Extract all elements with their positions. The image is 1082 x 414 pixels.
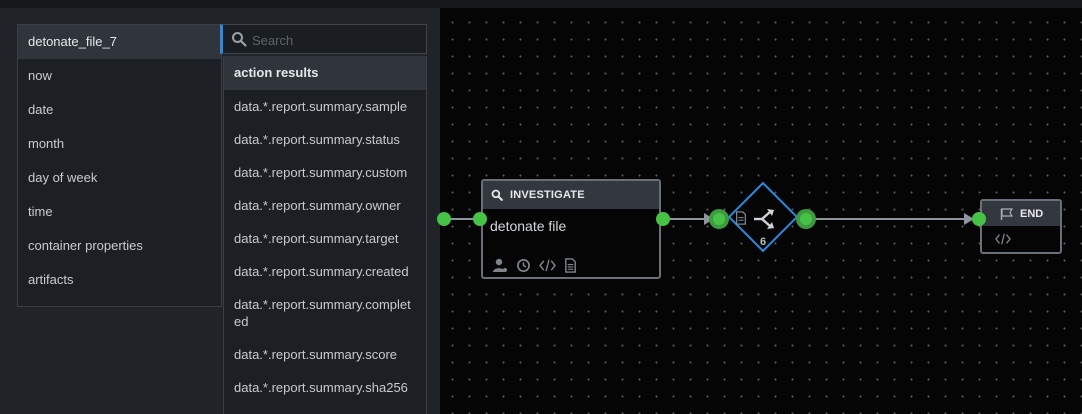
investigate-input-port[interactable] xyxy=(473,212,487,226)
code-icon[interactable] xyxy=(539,258,556,273)
start-output-port[interactable] xyxy=(437,212,451,226)
list-item-date[interactable]: date xyxy=(18,93,221,127)
search-input[interactable] xyxy=(250,28,424,52)
result-item-target[interactable]: data.*.report.summary.target xyxy=(224,222,426,255)
list-item-time[interactable]: time xyxy=(18,195,221,229)
document-icon xyxy=(735,211,747,225)
branch-icon xyxy=(754,209,774,229)
clock-icon[interactable] xyxy=(516,258,531,273)
list-item-day-of-week[interactable]: day of week xyxy=(18,161,221,195)
list-item-detonate-file-7[interactable]: detonate_file_7 xyxy=(18,25,221,59)
result-item-custom[interactable]: data.*.report.summary.custom xyxy=(224,156,426,189)
results-group-header: action results xyxy=(224,56,426,90)
result-item-created[interactable]: data.*.report.summary.created xyxy=(224,255,426,288)
result-item-sample[interactable]: data.*.report.summary.sample xyxy=(224,90,426,123)
result-item-owner[interactable]: data.*.report.summary.owner xyxy=(224,189,426,222)
end-block[interactable]: END xyxy=(980,199,1062,254)
list-item-artifacts[interactable]: artifacts xyxy=(18,263,221,297)
result-item-score[interactable]: data.*.report.summary.score xyxy=(224,338,426,371)
list-item-now[interactable]: now xyxy=(18,59,221,93)
block-name: detonate file xyxy=(490,218,567,234)
end-label: END xyxy=(1020,207,1044,220)
datapath-source-list: detonate_file_7 now date month day of we… xyxy=(17,24,222,307)
decision-output-port-inner xyxy=(800,213,812,225)
search-box xyxy=(220,24,427,54)
document-icon[interactable] xyxy=(564,257,577,273)
investigate-action-block[interactable]: INVESTIGATE detonate file xyxy=(481,179,661,279)
connector-decision-to-end xyxy=(810,218,972,220)
result-item-status[interactable]: data.*.report.summary.status xyxy=(224,123,426,156)
search-icon xyxy=(491,189,503,201)
top-bar xyxy=(0,0,1082,8)
decision-count: 6 xyxy=(759,236,767,248)
block-type-label: INVESTIGATE xyxy=(510,189,585,201)
block-header: INVESTIGATE xyxy=(483,181,659,209)
end-header: END xyxy=(982,201,1060,226)
code-icon[interactable] xyxy=(994,232,1012,246)
result-item-completed[interactable]: data.*.report.summary.completed xyxy=(224,288,426,338)
action-results-list: action results data.*.report.summary.sam… xyxy=(223,56,427,414)
result-item-sha256[interactable]: data.*.report.summary.sha256 xyxy=(224,371,426,404)
investigate-output-port[interactable] xyxy=(656,212,670,226)
decision-input-port-inner xyxy=(713,213,725,225)
user-icon[interactable] xyxy=(492,257,508,273)
end-input-port[interactable] xyxy=(972,212,986,226)
flag-icon xyxy=(1000,207,1014,220)
block-toolbar xyxy=(492,257,577,273)
search-icon xyxy=(232,32,247,47)
list-item-month[interactable]: month xyxy=(18,127,221,161)
list-item-container-properties[interactable]: container properties xyxy=(18,229,221,263)
